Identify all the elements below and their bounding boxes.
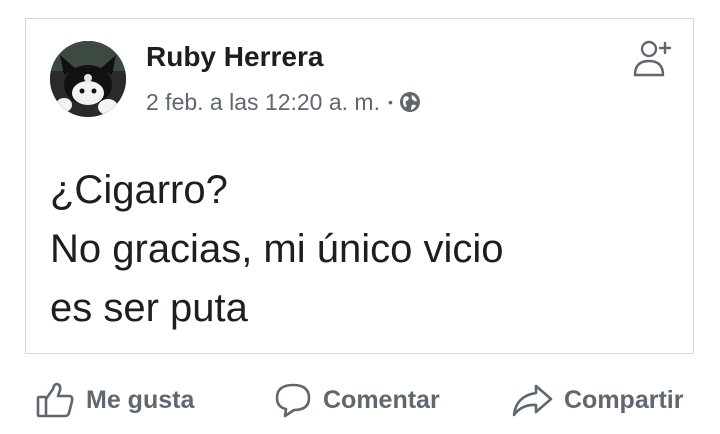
- avatar[interactable]: [50, 41, 126, 117]
- globe-icon: [399, 91, 421, 113]
- avatar-image: [50, 41, 126, 117]
- post-text-line: ¿Cigarro?: [50, 168, 228, 212]
- like-button[interactable]: Me gusta: [36, 372, 194, 428]
- post-text-line: No gracias, mi único vicio: [50, 227, 504, 271]
- post-actions-bar: Me gusta Comentar Compartir: [0, 372, 720, 428]
- add-friend-icon[interactable]: [629, 37, 675, 83]
- post-text: ¿Cigarro? No gracias, mi único vicio es …: [50, 161, 670, 338]
- post-card: Ruby Herrera 2 feb. a las 12:20 a. m. • …: [25, 18, 694, 354]
- share-arrow-icon: [512, 384, 553, 417]
- comment-button[interactable]: Comentar: [273, 372, 440, 428]
- share-label: Compartir: [564, 385, 684, 414]
- post-text-line: es ser puta: [50, 286, 248, 330]
- speech-bubble-icon: [275, 383, 311, 418]
- share-button[interactable]: Compartir: [510, 372, 683, 428]
- thumbs-up-icon: [36, 382, 74, 418]
- post-timestamp[interactable]: 2 feb. a las 12:20 a. m.: [146, 89, 380, 116]
- post-meta: 2 feb. a las 12:20 a. m. •: [146, 87, 421, 117]
- meta-separator: •: [387, 94, 393, 110]
- author-name[interactable]: Ruby Herrera: [146, 41, 323, 73]
- comment-label: Comentar: [323, 385, 440, 414]
- like-label: Me gusta: [86, 385, 195, 414]
